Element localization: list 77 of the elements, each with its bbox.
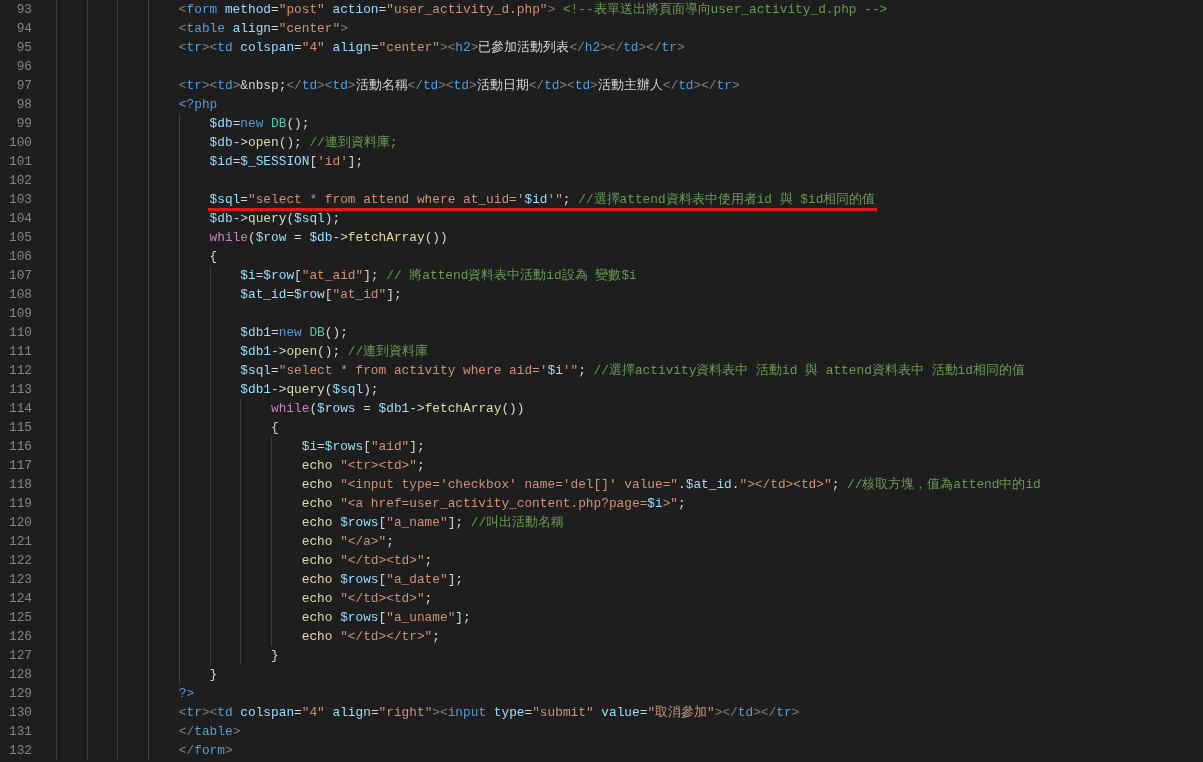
code-line: $sql="select * from activity where aid='$i'"; //選擇activity資料表中 活動id 與 attend資料表中 活動id相同的值 xyxy=(240,362,1025,380)
line-number: 125 xyxy=(7,609,32,627)
code-line: $i=$rows["aid"]; xyxy=(301,438,425,456)
code-line: <form method="post" action="user_activity_d.php"> <!--表單送出將頁面導向user_activity_d.php --> xyxy=(178,1,888,19)
code-line: <table align="center"> xyxy=(178,20,348,38)
line-number: 127 xyxy=(7,647,32,665)
code-line: } xyxy=(209,666,218,684)
line-number: 115 xyxy=(7,419,32,437)
code-line: echo "</td><td>"; xyxy=(301,552,433,570)
line-number: 126 xyxy=(7,628,32,646)
line-number: 129 xyxy=(7,685,32,703)
line-number: 111 xyxy=(7,343,32,361)
line-number: 94 xyxy=(15,20,32,38)
line-number: 122 xyxy=(7,552,32,570)
line-number: 118 xyxy=(7,476,32,494)
line-number: 102 xyxy=(7,172,32,190)
line-number: 120 xyxy=(7,514,32,532)
line-number: 93 xyxy=(15,1,32,19)
line-number: 128 xyxy=(7,666,32,684)
line-number: 117 xyxy=(7,457,32,475)
code-line: $db1=new DB(); xyxy=(240,324,348,342)
line-number: 113 xyxy=(7,381,32,399)
code-line: </form> xyxy=(178,742,233,760)
code-line: echo "<input type='checkbox' name='del[]' value=".$at_id."></td><td>"; //核取方塊，值為attend中的id xyxy=(301,476,1041,494)
line-number: 104 xyxy=(7,210,32,228)
line-number: 98 xyxy=(15,96,32,114)
line-number: 108 xyxy=(7,286,32,304)
line-number: 131 xyxy=(7,723,32,741)
code-line: <tr><td colspan="4" align="center"><h2>已參加活動列表</h2></td></tr> xyxy=(178,39,685,57)
code-line: $db->open(); //連到資料庫; xyxy=(209,134,398,152)
line-number: 132 xyxy=(7,742,32,760)
code-line: echo $rows["a_uname"]; xyxy=(301,609,471,627)
code-line: while($rows = $db1->fetchArray()) xyxy=(271,400,525,418)
code-line: <?php xyxy=(178,96,218,114)
line-number: 105 xyxy=(7,229,32,247)
code-line: echo $rows["a_date"]; xyxy=(301,571,463,589)
code-line: echo "</td></tr>"; xyxy=(301,628,440,646)
line-number: 121 xyxy=(7,533,32,551)
line-number: 119 xyxy=(7,495,32,513)
line-number: 123 xyxy=(7,571,32,589)
code-line: $sql="select * from attend where at_uid='$id'"; //選擇attend資料表中使用者id 與 $id相同的值 xyxy=(209,190,876,209)
line-number: 116 xyxy=(7,438,32,456)
code-line: $at_id=$row["at_id"]; xyxy=(240,286,402,304)
code-line: $i=$row["at_aid"]; // 將attend資料表中活動id設為 變數$i xyxy=(240,267,637,285)
code-line: while($row = $db->fetchArray()) xyxy=(209,229,448,247)
code-line: echo "<a href=user_activity_content.php?page=$i>"; xyxy=(301,495,686,513)
code-line: echo $rows["a_name"]; //叫出活動名稱 xyxy=(301,514,565,532)
code-line: <tr><td>&nbsp;</td><td>活動名稱</td><td>活動日期</td><td>活動主辦人</td></tr> xyxy=(178,77,740,95)
code-line: $db->query($sql); xyxy=(209,210,341,228)
code-line: echo "</td><td>"; xyxy=(301,590,433,608)
code-line: $db1->open(); //連到資料庫 xyxy=(240,343,429,361)
line-number: 106 xyxy=(7,248,32,266)
code-line: ?> xyxy=(178,685,195,703)
line-number: 96 xyxy=(15,58,32,76)
code-line: $id=$_SESSION['id']; xyxy=(209,153,364,171)
code-line: echo "<tr><td>"; xyxy=(301,457,425,475)
line-number: 99 xyxy=(15,115,32,133)
line-number: 124 xyxy=(7,590,32,608)
line-number: 103 xyxy=(7,191,32,209)
code-line: $db1->query($sql); xyxy=(240,381,379,399)
code-line: $db=new DB(); xyxy=(209,115,310,133)
code-line: </table> xyxy=(178,723,241,741)
code-line: } xyxy=(271,647,279,665)
line-number: 107 xyxy=(7,267,32,285)
code-line: { xyxy=(209,248,218,266)
line-number: 114 xyxy=(7,400,32,418)
code-line: echo "</a>"; xyxy=(301,533,394,551)
line-number: 109 xyxy=(7,305,32,323)
line-number: 100 xyxy=(7,134,32,152)
line-number: 101 xyxy=(7,153,32,171)
code-line: { xyxy=(271,419,279,437)
line-number: 97 xyxy=(15,77,32,95)
code-line: <tr><td colspan="4" align="right"><input type="submit" value="取消參加"></td></tr> xyxy=(178,704,800,722)
line-number: 130 xyxy=(7,704,32,722)
line-number: 95 xyxy=(15,39,32,57)
line-number: 110 xyxy=(7,324,32,342)
line-number: 112 xyxy=(7,362,32,380)
